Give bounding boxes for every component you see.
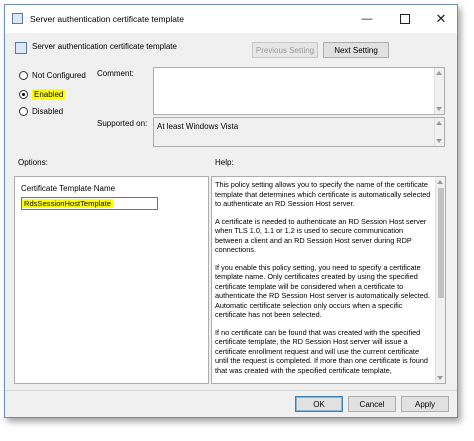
policy-icon: [12, 13, 23, 24]
options-label: Options:: [18, 158, 48, 167]
scroll-down-icon[interactable]: [437, 376, 443, 380]
footer-divider: [5, 390, 457, 391]
apply-button[interactable]: Apply: [401, 396, 449, 412]
next-setting-button[interactable]: Next Setting: [323, 42, 389, 58]
radio-label: Disabled: [32, 107, 64, 116]
close-icon[interactable]: ✕: [433, 11, 449, 27]
help-pane: This policy setting allows you to specif…: [211, 176, 446, 384]
help-label: Help:: [215, 158, 234, 167]
comment-label: Comment:: [97, 69, 134, 78]
radio-circle[interactable]: [19, 107, 28, 116]
policy-icon: [15, 42, 27, 54]
template-name-label: Certificate Template Name: [21, 184, 116, 193]
radio-not-configured[interactable]: Not Configured: [19, 71, 86, 80]
template-name-value: RdsSessionHostTemplate: [22, 199, 113, 208]
policy-dialog: Server authentication certificate templa…: [4, 4, 458, 418]
scroll-down-icon[interactable]: [436, 139, 442, 143]
cancel-button[interactable]: Cancel: [348, 396, 396, 412]
help-paragraph: If you enable this policy setting, you n…: [215, 262, 430, 320]
scroll-up-icon[interactable]: [437, 180, 443, 184]
title-bar[interactable]: Server authentication certificate templa…: [5, 5, 457, 33]
comment-scrollbar[interactable]: [434, 68, 444, 114]
radio-circle[interactable]: [19, 90, 28, 99]
radio-enabled[interactable]: Enabled: [19, 89, 66, 100]
radio-label: Enabled: [32, 89, 66, 100]
maximize-icon[interactable]: [397, 11, 413, 27]
help-paragraph: A certificate is needed to authenticate …: [215, 216, 427, 255]
scroll-up-icon[interactable]: [436, 121, 442, 125]
policy-header-title: Server authentication certificate templa…: [32, 42, 177, 51]
previous-setting-button[interactable]: Previous Setting: [252, 42, 318, 58]
supported-on-field: At least Windows Vista: [153, 117, 445, 147]
help-paragraph: This policy setting allows you to specif…: [215, 180, 431, 208]
help-text: This policy setting allows you to specif…: [215, 180, 432, 377]
scroll-thumb[interactable]: [438, 188, 444, 298]
comment-textarea[interactable]: [153, 67, 445, 115]
radio-label: Not Configured: [32, 71, 86, 80]
window-title: Server authentication certificate templa…: [30, 14, 185, 24]
radio-circle[interactable]: [19, 71, 28, 80]
ok-button[interactable]: OK: [295, 396, 343, 412]
scroll-down-icon[interactable]: [436, 107, 442, 111]
scroll-up-icon[interactable]: [436, 71, 442, 75]
radio-disabled[interactable]: Disabled: [19, 107, 63, 116]
template-name-input[interactable]: RdsSessionHostTemplate: [21, 197, 158, 210]
supported-scrollbar[interactable]: [434, 118, 444, 146]
supported-on-label: Supported on:: [97, 119, 148, 128]
help-scrollbar[interactable]: [435, 177, 445, 383]
minimize-icon[interactable]: —: [359, 11, 375, 27]
help-paragraph: If no certificate can be found that was …: [215, 327, 428, 375]
options-pane: Certificate Template Name RdsSessionHost…: [14, 176, 209, 384]
supported-on-value: At least Windows Vista: [157, 122, 239, 131]
